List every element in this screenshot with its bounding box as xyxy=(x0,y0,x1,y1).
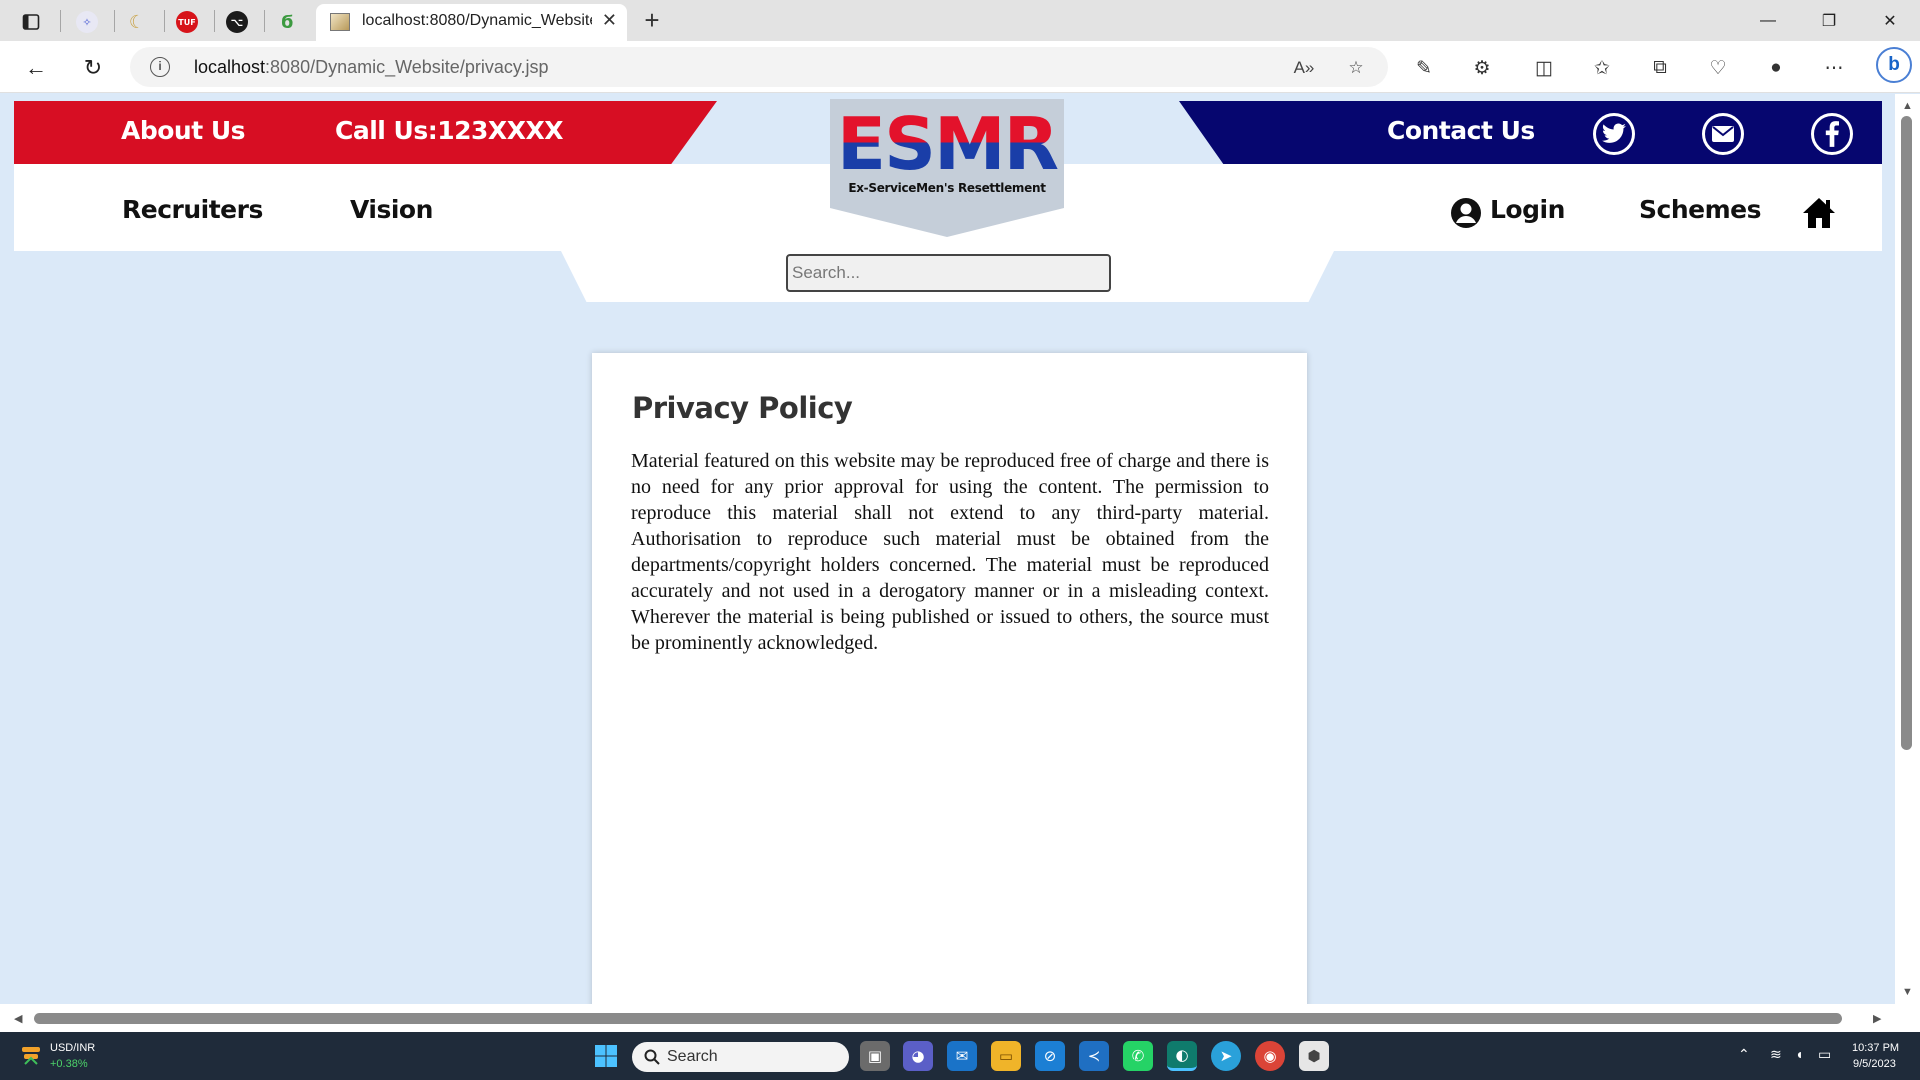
schemes-link[interactable]: Schemes xyxy=(1639,195,1761,224)
pinned-tab-copilot[interactable]: ✧ xyxy=(65,6,109,38)
github-icon: ⌥ xyxy=(226,11,248,33)
search-input[interactable] xyxy=(786,254,1111,292)
clock-date[interactable]: 9/5/2023 xyxy=(1853,1058,1896,1070)
safari-like-icon[interactable]: ⊘ xyxy=(1035,1041,1065,1071)
ticker-name: USD/INR xyxy=(50,1042,96,1054)
back-arrow-icon[interactable]: ← xyxy=(19,51,53,85)
policy-body-text: Material featured on this website may be… xyxy=(631,450,1269,654)
volume-icon[interactable]: ◖ xyxy=(1795,1046,1803,1062)
vertical-scrollbar[interactable]: ▲ ▼ xyxy=(1895,94,1920,1032)
page-title: Privacy Policy xyxy=(632,391,853,425)
stock-ticker-icon[interactable] xyxy=(20,1044,42,1066)
scroll-down-arrow-icon[interactable]: ▼ xyxy=(1902,986,1913,998)
scroll-up-arrow-icon[interactable]: ▲ xyxy=(1902,100,1913,112)
logo-subtitle: Ex-ServiceMen's Resettlement xyxy=(848,181,1046,195)
bing-copilot-icon[interactable]: b xyxy=(1876,47,1912,83)
address-bar[interactable]: i localhost:8080/Dynamic_Website/privacy… xyxy=(130,47,1388,87)
mail-icon[interactable] xyxy=(1702,113,1744,155)
restore-icon[interactable]: ❐ xyxy=(1801,0,1857,41)
pinned-tab-refresh[interactable]: ☾ xyxy=(115,6,159,38)
login-link[interactable]: Login xyxy=(1490,195,1565,224)
teams-icon[interactable]: ◕ xyxy=(903,1041,933,1071)
browser-tab-bar: ✧ ☾ TUF ⌥ ϭ localhost:8080/Dynamic_Websi… xyxy=(0,0,1920,41)
search-icon xyxy=(644,1049,660,1070)
split-screen-icon[interactable]: ◫ xyxy=(1529,53,1559,83)
vscode-icon[interactable]: ≺ xyxy=(1079,1041,1109,1071)
page-viewport: About Us Call Us:123XXXX Contact Us ESMR… xyxy=(0,94,1920,1032)
pinned-tab-leaf[interactable]: ϭ xyxy=(265,6,309,38)
horizontal-scrollbar[interactable]: ◀ ▶ xyxy=(0,1004,1895,1032)
loading-arc-icon: ☾ xyxy=(128,11,146,33)
more-options-icon[interactable]: ⋯ xyxy=(1819,53,1849,83)
reload-icon[interactable]: ↻ xyxy=(76,51,110,85)
vision-link[interactable]: Vision xyxy=(350,195,433,224)
mail-app-icon[interactable]: ✉ xyxy=(947,1041,977,1071)
content-card: Privacy Policy Material featured on this… xyxy=(592,353,1307,1032)
twitter-icon[interactable] xyxy=(1593,113,1635,155)
file-explorer-icon[interactable]: ▭ xyxy=(991,1041,1021,1071)
telegram-icon[interactable]: ➤ xyxy=(1211,1041,1241,1071)
battery-icon[interactable]: ▭ xyxy=(1818,1046,1831,1063)
site-info-icon[interactable]: i xyxy=(150,57,170,77)
windows-start-icon[interactable] xyxy=(591,1041,621,1071)
new-tab-button[interactable]: + xyxy=(637,6,667,36)
task-view-icon[interactable]: ▣ xyxy=(860,1041,890,1071)
security-shield-icon[interactable]: ⬢ xyxy=(1299,1041,1329,1071)
profile-icon[interactable]: ● xyxy=(1761,53,1791,83)
call-us-link[interactable]: Call Us:123XXXX xyxy=(335,116,564,145)
recruiters-link[interactable]: Recruiters xyxy=(122,195,263,224)
chrome-icon[interactable]: ◉ xyxy=(1255,1041,1285,1071)
site-header: About Us Call Us:123XXXX Contact Us ESMR… xyxy=(14,99,1882,302)
pinned-tab-tuf[interactable]: TUF xyxy=(165,6,209,38)
favorite-star-icon[interactable]: ☆ xyxy=(1344,56,1368,80)
browser-essentials-icon[interactable]: ♡ xyxy=(1703,53,1733,83)
browser-toolbar: ← ↻ i localhost:8080/Dynamic_Website/pri… xyxy=(0,41,1920,93)
logo-title: ESMR xyxy=(830,105,1064,183)
extensions-icon[interactable]: ⚙ xyxy=(1467,53,1497,83)
scroll-right-arrow-icon[interactable]: ▶ xyxy=(1873,1012,1881,1025)
copilot-icon: ✧ xyxy=(76,11,98,33)
read-aloud-icon[interactable]: A» xyxy=(1292,56,1316,80)
editor-pen-icon[interactable]: ✎ xyxy=(1409,53,1439,83)
window-close-icon[interactable]: ✕ xyxy=(1862,0,1918,41)
close-tab-icon[interactable]: ✕ xyxy=(602,10,617,31)
minimize-icon[interactable]: — xyxy=(1740,0,1796,41)
contact-us-link[interactable]: Contact Us xyxy=(1387,116,1535,145)
esmr-logo[interactable]: ESMR Ex-ServiceMen's Resettlement xyxy=(830,99,1064,237)
favorites-list-icon[interactable]: ✩ xyxy=(1587,53,1617,83)
whatsapp-icon[interactable]: ✆ xyxy=(1123,1041,1153,1071)
tray-overflow-chevron-icon[interactable]: ⌃ xyxy=(1738,1046,1750,1063)
taskbar-search[interactable]: Search xyxy=(632,1042,849,1072)
windows-taskbar: USD/INR +0.38% Search ▣ ◕ ✉ ▭ ⊘ ≺ ✆ ◐ ➤ … xyxy=(0,1032,1920,1080)
edge-icon[interactable]: ◐ xyxy=(1167,1041,1197,1071)
horizontal-scroll-thumb[interactable] xyxy=(34,1013,1842,1024)
clock-time[interactable]: 10:37 PM xyxy=(1852,1042,1899,1054)
leaf-icon: ϭ xyxy=(280,11,294,33)
home-icon[interactable] xyxy=(1801,195,1837,231)
active-tab[interactable]: localhost:8080/Dynamic_Website ✕ xyxy=(316,4,627,41)
pinned-tab-github[interactable]: ⌥ xyxy=(215,6,259,38)
wifi-icon[interactable]: ≋ xyxy=(1770,1046,1782,1063)
vertical-scroll-thumb[interactable] xyxy=(1901,116,1912,750)
collections-icon[interactable]: ⧉ xyxy=(1645,53,1675,83)
user-account-icon[interactable] xyxy=(1450,197,1482,229)
tab-title: localhost:8080/Dynamic_Website xyxy=(362,12,592,29)
ticker-change: +0.38% xyxy=(50,1058,88,1070)
about-us-link[interactable]: About Us xyxy=(121,116,246,145)
tuf-icon: TUF xyxy=(176,11,198,33)
url-text[interactable]: localhost:8080/Dynamic_Website/privacy.j… xyxy=(194,57,549,78)
facebook-icon[interactable] xyxy=(1811,113,1853,155)
scroll-left-arrow-icon[interactable]: ◀ xyxy=(14,1012,22,1025)
tab-actions-icon[interactable] xyxy=(17,8,45,36)
taskbar-search-label: Search xyxy=(667,1048,718,1065)
site-favicon xyxy=(330,13,350,31)
